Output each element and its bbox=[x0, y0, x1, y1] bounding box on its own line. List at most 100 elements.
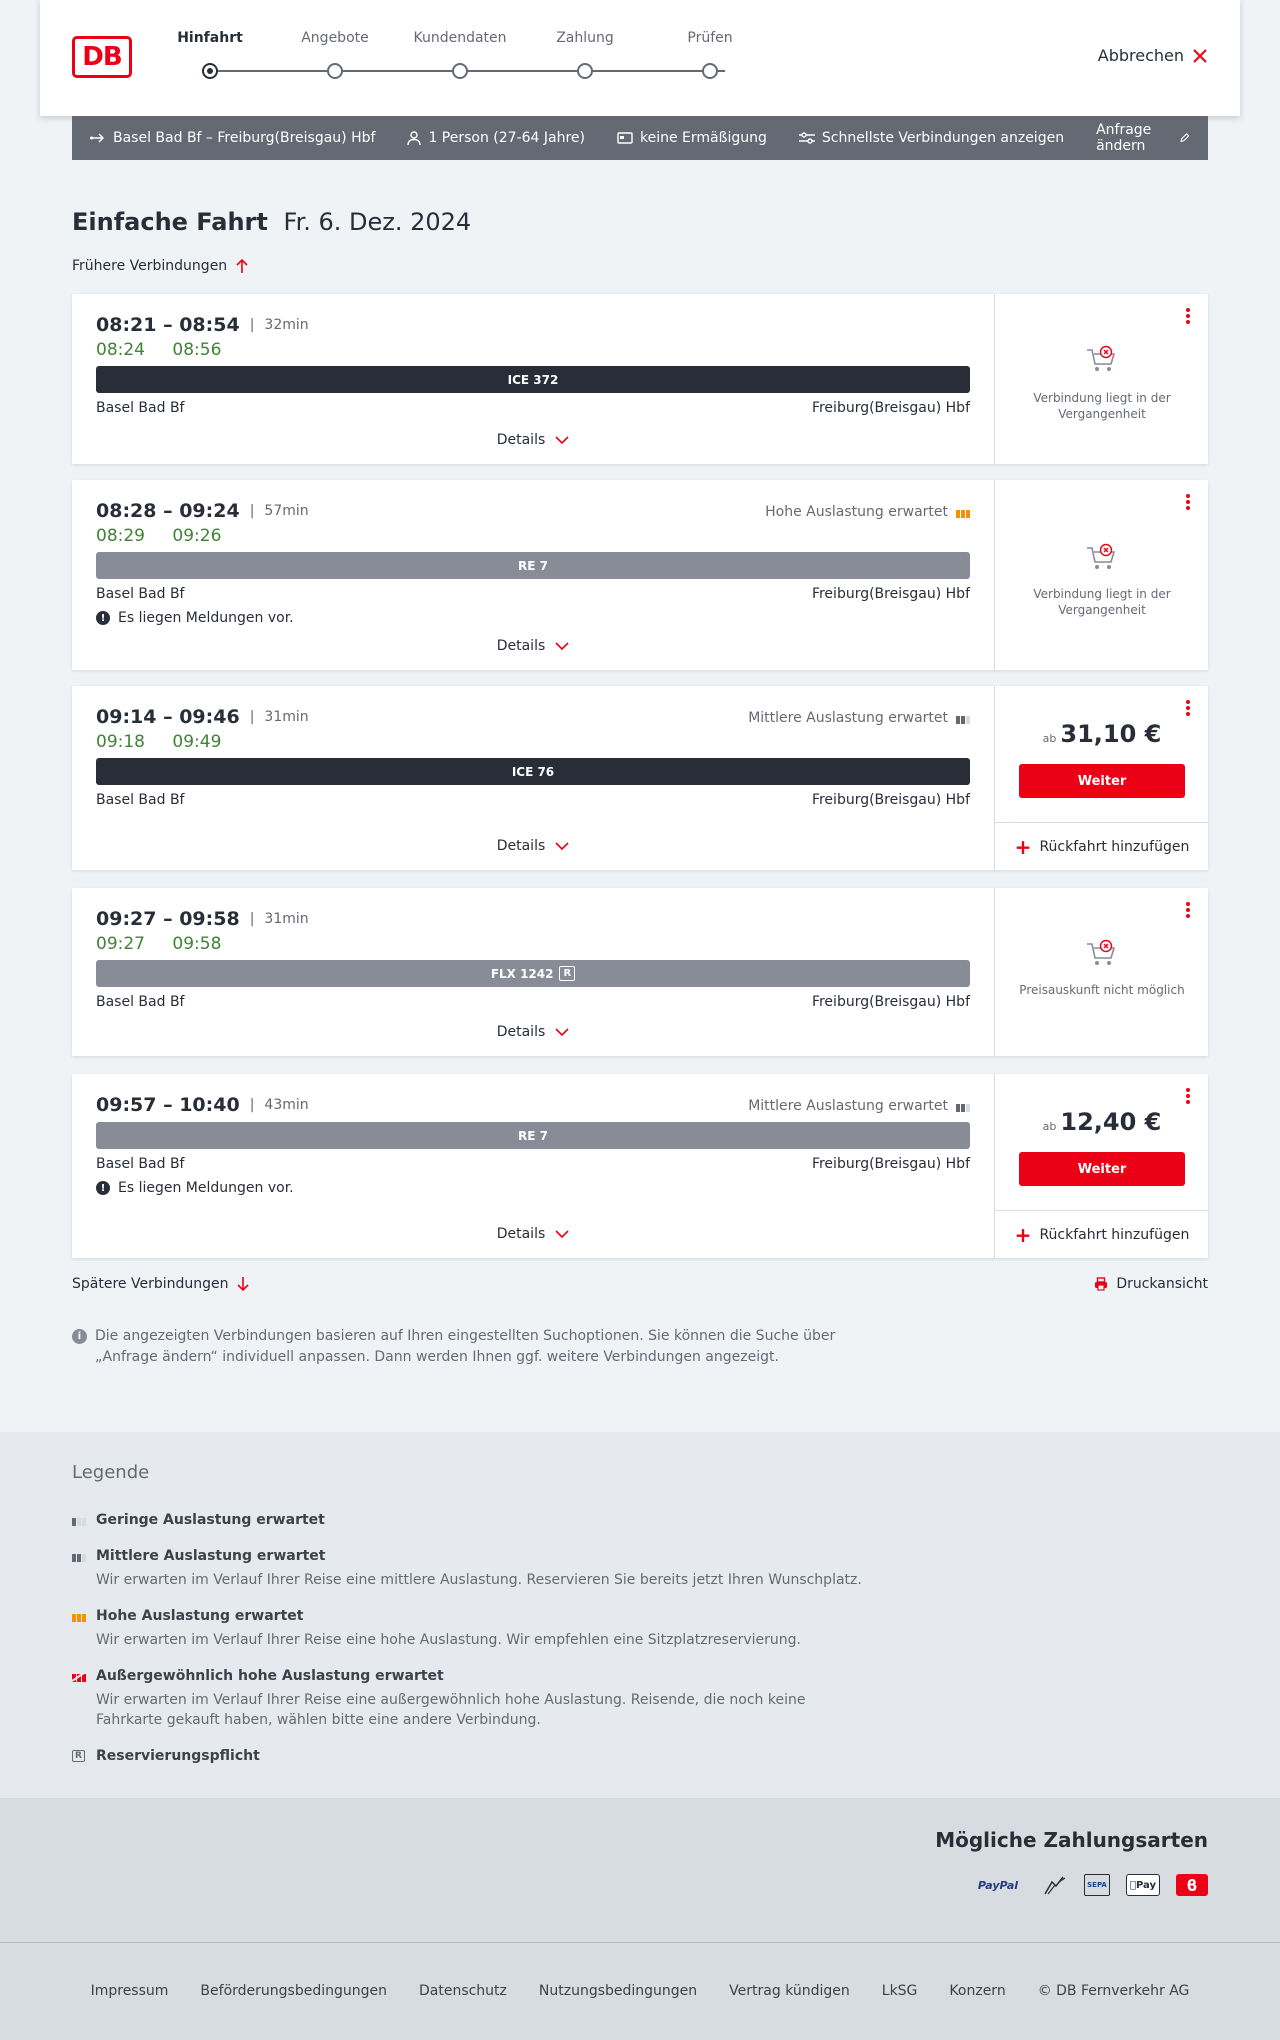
discount-text: keine Ermäßigung bbox=[640, 130, 767, 146]
realtime-departure: 08:29 bbox=[96, 526, 145, 546]
connection-main: 09:27 – 09:58 | 31min 09:27 09:58 FLX 12… bbox=[72, 888, 994, 1056]
apple-pay-icon: Pay bbox=[1126, 1874, 1160, 1896]
price-prefix: ab bbox=[1042, 1120, 1057, 1133]
connection-main: 08:21 – 08:54 | 32min 08:24 08:56 ICE 37… bbox=[72, 294, 994, 464]
legend-section: Legende Geringe Auslastung erwartet Mitt… bbox=[0, 1432, 1280, 1798]
connection-offer-panel: ab 31,10 € Weiter + Rückfahrt hinzufügen bbox=[994, 686, 1209, 870]
details-toggle[interactable]: Details bbox=[72, 838, 994, 854]
footer-link-konzern[interactable]: Konzern bbox=[949, 1983, 1005, 1999]
alert-icon: ! bbox=[96, 1181, 110, 1195]
footer: Impressum Beförderungsbedingungen Datens… bbox=[0, 1942, 1280, 2040]
train-bar[interactable]: ICE 76 bbox=[96, 758, 970, 785]
direct-debit-icon bbox=[1044, 1876, 1066, 1895]
train-bar[interactable]: RE 7 bbox=[96, 1122, 970, 1149]
arrival-station: Freiburg(Breisgau) Hbf bbox=[811, 586, 970, 602]
train-name: FLX 1242 bbox=[490, 966, 554, 981]
footer-link-impressum[interactable]: Impressum bbox=[91, 1983, 169, 1999]
filter-icon bbox=[798, 132, 815, 144]
high-occupancy-icon bbox=[956, 506, 970, 518]
realtime-arrival: 09:58 bbox=[172, 934, 222, 954]
alert-icon: ! bbox=[96, 611, 110, 625]
high-occupancy-icon bbox=[72, 1610, 88, 1622]
departure-station: Basel Bad Bf bbox=[96, 400, 185, 416]
footer-link-lksg[interactable]: LkSG bbox=[882, 1983, 918, 1999]
step-dot-hinfahrt bbox=[202, 63, 218, 79]
legend-item-title: Außergewöhnlich hohe Auslastung erwartet bbox=[96, 1668, 444, 1684]
connection-card[interactable]: 08:28 – 09:24 | 57min Hohe Auslastung er… bbox=[72, 480, 1208, 670]
cancel-button[interactable]: Abbrechen bbox=[1098, 46, 1208, 65]
train-bar[interactable]: ICE 372 bbox=[96, 366, 970, 393]
train-name: RE 7 bbox=[518, 1128, 548, 1143]
connection-card[interactable]: 09:27 – 09:58 | 31min 09:27 09:58 FLX 12… bbox=[72, 888, 1208, 1056]
fastest-toggle[interactable]: Schnellste Verbindungen anzeigen bbox=[798, 130, 1064, 146]
edit-search-button[interactable]: Anfrage ändern bbox=[1096, 122, 1190, 154]
price-value: 12,40 € bbox=[1060, 1108, 1162, 1136]
print-view-link[interactable]: Druckansicht bbox=[1094, 1276, 1208, 1292]
details-toggle[interactable]: Details bbox=[72, 432, 994, 448]
footer-link-nutzungsbedingungen[interactable]: Nutzungsbedingungen bbox=[539, 1983, 697, 1999]
occupancy-indicator: Mittlere Auslastung erwartet bbox=[748, 710, 970, 726]
occupancy-label: Hohe Auslastung erwartet bbox=[765, 504, 948, 520]
legend-item: R Reservierungspflicht bbox=[72, 1748, 872, 1764]
departure-station: Basel Bad Bf bbox=[96, 586, 185, 602]
medium-occupancy-icon bbox=[72, 1550, 88, 1562]
connection-main: 08:28 – 09:24 | 57min Hohe Auslastung er… bbox=[72, 480, 994, 670]
later-connections-link[interactable]: Spätere Verbindungen bbox=[72, 1276, 250, 1292]
add-return-button[interactable]: + Rückfahrt hinzufügen bbox=[995, 1210, 1209, 1258]
price: ab 12,40 € bbox=[995, 1108, 1209, 1136]
add-return-button[interactable]: + Rückfahrt hinzufügen bbox=[995, 822, 1209, 870]
chevron-down-icon bbox=[555, 841, 569, 850]
more-options-icon[interactable] bbox=[1186, 700, 1192, 716]
legend-item: Geringe Auslastung erwartet bbox=[72, 1512, 872, 1528]
footer-link-befoerderungsbedingungen[interactable]: Beförderungsbedingungen bbox=[200, 1983, 387, 1999]
legend-item-title: Reservierungspflicht bbox=[96, 1748, 260, 1764]
details-label: Details bbox=[496, 838, 546, 854]
booking-header: DB Hinfahrt Angebote Kundendaten Zahlung… bbox=[40, 0, 1240, 116]
train-bar[interactable]: FLX 1242 R bbox=[96, 960, 970, 987]
pencil-icon bbox=[1180, 133, 1190, 143]
continue-button[interactable]: Weiter bbox=[1019, 1152, 1185, 1186]
connection-offer-panel: Verbindung liegt in der Vergangenheit bbox=[994, 480, 1208, 670]
more-options-icon[interactable] bbox=[1186, 308, 1192, 324]
connection-card[interactable]: 09:14 – 09:46 | 31min Mittlere Auslastun… bbox=[72, 686, 1209, 870]
scheduled-times: 08:21 – 08:54 bbox=[96, 314, 240, 336]
legend-item: Hohe Auslastung erwartet Wir erwarten im… bbox=[72, 1608, 872, 1650]
step-dot-kundendaten bbox=[452, 63, 468, 79]
times-separator: | bbox=[249, 709, 255, 725]
reservation-required-icon: R bbox=[559, 966, 576, 981]
medium-occupancy-icon bbox=[956, 712, 970, 724]
reservation-required-icon: R bbox=[72, 1750, 88, 1762]
connection-card[interactable]: 08:21 – 08:54 | 32min 08:24 08:56 ICE 37… bbox=[72, 294, 1208, 464]
connection-card[interactable]: 09:57 – 10:40 | 43min Mittlere Auslastun… bbox=[72, 1074, 1209, 1258]
more-options-icon[interactable] bbox=[1186, 902, 1192, 918]
paypal-icon: PayPal bbox=[977, 1878, 1019, 1892]
train-name: ICE 372 bbox=[507, 372, 559, 387]
chevron-down-icon bbox=[555, 1229, 569, 1238]
continue-button[interactable]: Weiter bbox=[1019, 764, 1185, 798]
train-bar[interactable]: RE 7 bbox=[96, 552, 970, 579]
more-options-icon[interactable] bbox=[1186, 1088, 1192, 1104]
chevron-down-icon bbox=[555, 1027, 569, 1036]
details-toggle[interactable]: Details bbox=[72, 638, 994, 654]
occupancy-indicator: Hohe Auslastung erwartet bbox=[765, 504, 970, 520]
realtime-departure: 09:27 bbox=[96, 934, 145, 954]
realtime-times: 08:24 08:56 bbox=[96, 340, 243, 360]
footer-link-vertrag-kuendigen[interactable]: Vertrag kündigen bbox=[729, 1983, 850, 1999]
arrow-down-icon bbox=[237, 1277, 250, 1292]
connection-times-row: 09:14 – 09:46 | 31min bbox=[96, 706, 309, 728]
times-separator: | bbox=[249, 911, 255, 927]
price-prefix: ab bbox=[1042, 732, 1057, 745]
connection-times-row: 08:28 – 09:24 | 57min bbox=[96, 500, 309, 522]
earlier-connections-link[interactable]: Frühere Verbindungen bbox=[72, 258, 249, 274]
cart-unavailable-icon bbox=[1087, 345, 1116, 371]
details-toggle[interactable]: Details bbox=[72, 1024, 994, 1040]
footer-link-datenschutz[interactable]: Datenschutz bbox=[419, 1983, 507, 1999]
more-options-icon[interactable] bbox=[1186, 494, 1192, 510]
footer-copyright: © DB Fernverkehr AG bbox=[1037, 1983, 1190, 1999]
db-gift-card-icon: ϐ bbox=[1176, 1874, 1208, 1896]
db-logo[interactable]: DB bbox=[72, 36, 132, 78]
times-separator: | bbox=[249, 317, 255, 333]
occupancy-label: Mittlere Auslastung erwartet bbox=[748, 710, 948, 726]
details-toggle[interactable]: Details bbox=[72, 1226, 994, 1242]
low-occupancy-icon bbox=[72, 1514, 88, 1526]
